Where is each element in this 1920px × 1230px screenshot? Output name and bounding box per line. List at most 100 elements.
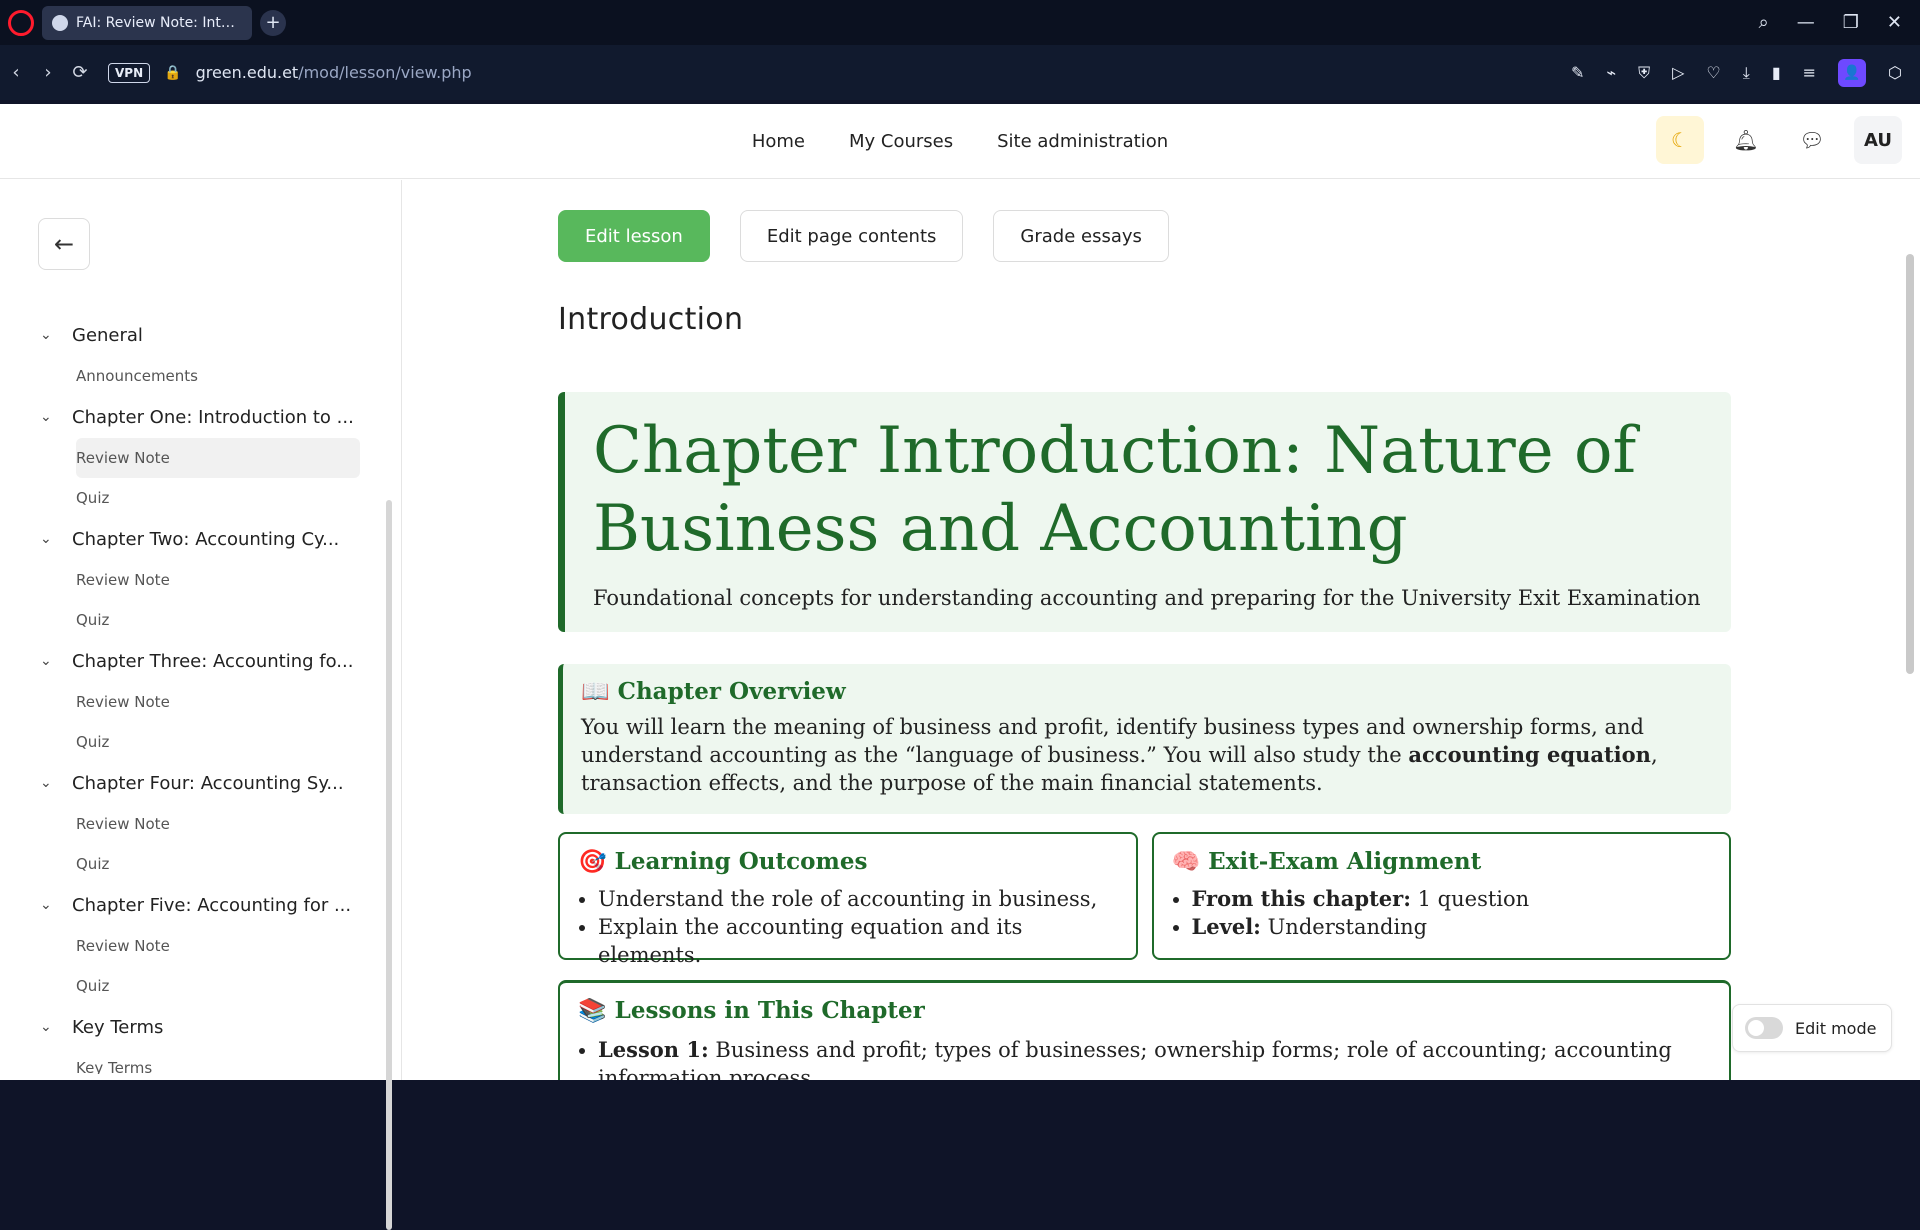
chevron-down-icon: ⌄ bbox=[40, 897, 52, 913]
menu-icon[interactable]: ≡ bbox=[1803, 63, 1816, 82]
section-title: Key Terms bbox=[72, 1016, 164, 1038]
lessons-in-chapter: 📚 Lessons in This Chapter Lesson 1: Busi… bbox=[558, 980, 1731, 1080]
section-chapter-one[interactable]: ⌄ Chapter One: Introduction to ... bbox=[40, 396, 360, 438]
section-chapter-two[interactable]: ⌄ Chapter Two: Accounting Cy... bbox=[40, 518, 360, 560]
browser-tabbar: FAI: Review Note: Introduc + ⌕ — ❐ ✕ bbox=[0, 0, 1920, 45]
site-header: Home My Courses Site administration ☾ 🔔︎… bbox=[0, 104, 1920, 179]
edit-mode-switch[interactable] bbox=[1745, 1017, 1783, 1039]
exit-exam-value: Understanding bbox=[1267, 915, 1428, 939]
section-title: Chapter Two: Accounting Cy... bbox=[72, 528, 340, 550]
back-nav-icon[interactable]: ‹ bbox=[0, 62, 32, 83]
edit-page-contents-button[interactable]: Edit page contents bbox=[739, 210, 964, 262]
section-general[interactable]: ⌄ General bbox=[40, 314, 360, 356]
heart-icon[interactable]: ♡ bbox=[1706, 63, 1720, 82]
section-chapter-five[interactable]: ⌄ Chapter Five: Accounting for ... bbox=[40, 884, 360, 926]
activity-review-note[interactable]: Review Note bbox=[76, 682, 360, 722]
nav-site-administration[interactable]: Site administration bbox=[997, 131, 1168, 152]
battery-icon[interactable]: ▮ bbox=[1772, 63, 1781, 82]
arrow-left-icon: ← bbox=[53, 230, 75, 258]
course-index: ⌄ General Announcements ⌄ Chapter One: I… bbox=[40, 314, 360, 1074]
lessons-list: Lesson 1: Business and profit; types of … bbox=[578, 1036, 1711, 1080]
hero-subtitle: Foundational concepts for understanding … bbox=[593, 586, 1701, 610]
activity-key-terms[interactable]: Key Terms bbox=[76, 1048, 360, 1074]
download-icon[interactable]: ⤓ bbox=[1743, 63, 1750, 83]
edit-lesson-button[interactable]: Edit lesson bbox=[558, 210, 710, 262]
activity-review-note[interactable]: Review Note bbox=[76, 804, 360, 844]
theme-toggle-button[interactable]: ☾ bbox=[1656, 116, 1704, 164]
exit-exam-item: From this chapter: 1 question bbox=[1192, 885, 1712, 913]
restore-icon[interactable]: ❐ bbox=[1843, 12, 1859, 33]
activity-quiz[interactable]: Quiz bbox=[76, 600, 360, 640]
overview-text: You will learn the meaning of business a… bbox=[581, 713, 1713, 797]
activity-announcements[interactable]: Announcements bbox=[76, 356, 360, 396]
messages-button[interactable]: 💬︎ bbox=[1788, 116, 1836, 164]
reload-icon[interactable]: ⟳ bbox=[64, 62, 96, 83]
url-host: green.edu.et bbox=[195, 63, 299, 82]
browser-tab[interactable]: FAI: Review Note: Introduc bbox=[42, 5, 252, 40]
edit-mode-toggle[interactable]: Edit mode bbox=[1732, 1004, 1892, 1052]
activity-review-note[interactable]: Review Note bbox=[76, 560, 360, 600]
exit-exam-value: 1 question bbox=[1417, 887, 1530, 911]
section-title: Chapter Five: Accounting for ... bbox=[72, 894, 352, 916]
bell-icon: 🔔︎ bbox=[1733, 128, 1759, 152]
activity-label: Review Note bbox=[76, 449, 170, 467]
page-scrollbar[interactable] bbox=[1906, 254, 1914, 674]
activity-label: Review Note bbox=[76, 693, 170, 711]
moon-icon: ☾ bbox=[1671, 128, 1689, 152]
opera-logo-icon[interactable] bbox=[8, 9, 34, 36]
chevron-down-icon: ⌄ bbox=[40, 653, 52, 669]
lock-icon: 🔒 bbox=[164, 64, 182, 81]
nav-home[interactable]: Home bbox=[752, 131, 805, 152]
chapter-overview: 📖 Chapter Overview You will learn the me… bbox=[558, 664, 1731, 814]
section-chapter-four[interactable]: ⌄ Chapter Four: Accounting Sy... bbox=[40, 762, 360, 804]
activity-quiz[interactable]: Quiz bbox=[76, 844, 360, 884]
lesson-actions: Edit lesson Edit page contents Grade ess… bbox=[558, 210, 1169, 262]
tab-favicon-icon bbox=[52, 14, 68, 31]
play-icon[interactable]: ▷ bbox=[1672, 63, 1684, 82]
activity-label: Review Note bbox=[76, 815, 170, 833]
nav-my-courses[interactable]: My Courses bbox=[849, 131, 953, 152]
activity-quiz[interactable]: Quiz bbox=[76, 478, 360, 518]
address-field[interactable]: green.edu.et/mod/lesson/view.php bbox=[196, 63, 472, 82]
sidebar-back-button[interactable]: ← bbox=[38, 218, 90, 270]
activity-review-note[interactable]: Review Note bbox=[76, 926, 360, 966]
activity-quiz[interactable]: Quiz bbox=[76, 966, 360, 1006]
activity-label: Quiz bbox=[76, 611, 110, 629]
edit-icon[interactable]: ✎ bbox=[1571, 63, 1584, 82]
address-toolbar: ✎ ⌁ ⛨ ▷ ♡ ⤓ ▮ ≡ 👤 ⬡ bbox=[1571, 58, 1920, 87]
notifications-button[interactable]: 🔔︎ bbox=[1722, 116, 1770, 164]
user-avatar[interactable]: AU bbox=[1854, 116, 1902, 164]
activity-quiz[interactable]: Quiz bbox=[76, 722, 360, 762]
chevron-down-icon: ⌄ bbox=[40, 531, 52, 547]
url-path: /mod/lesson/view.php bbox=[298, 63, 472, 82]
learning-outcomes-heading: 🎯 Learning Outcomes bbox=[578, 848, 1118, 875]
page: Home My Courses Site administration ☾ 🔔︎… bbox=[0, 104, 1920, 1230]
vpn-badge[interactable]: VPN bbox=[108, 62, 151, 83]
primary-navigation: Home My Courses Site administration bbox=[752, 131, 1168, 152]
activity-label: Quiz bbox=[76, 855, 110, 873]
shield-icon[interactable]: ⛨ bbox=[1638, 63, 1650, 83]
activity-label: Announcements bbox=[76, 367, 198, 385]
close-icon[interactable]: ✕ bbox=[1887, 12, 1902, 33]
brain-icon: 🧠 bbox=[1171, 848, 1201, 875]
section-key-terms[interactable]: ⌄ Key Terms bbox=[40, 1006, 360, 1048]
new-tab-button[interactable]: + bbox=[260, 9, 286, 36]
activity-review-note-active[interactable]: Review Note bbox=[76, 438, 360, 478]
section-title: Chapter One: Introduction to ... bbox=[72, 406, 354, 428]
grade-essays-button[interactable]: Grade essays bbox=[993, 210, 1169, 262]
sidebar-scrollbar[interactable] bbox=[386, 500, 392, 1230]
hero-title: Chapter Introduction: Nature of Business… bbox=[593, 414, 1637, 566]
activity-label: Quiz bbox=[76, 489, 110, 507]
page-title: Introduction bbox=[558, 302, 744, 337]
search-icon[interactable]: ⌕ bbox=[1759, 12, 1769, 33]
profile-icon[interactable]: 👤 bbox=[1838, 58, 1867, 87]
camera-icon[interactable]: ⌁ bbox=[1606, 63, 1616, 82]
section-chapter-three[interactable]: ⌄ Chapter Three: Accounting fo... bbox=[40, 640, 360, 682]
extensions-icon[interactable]: ⬡ bbox=[1888, 63, 1902, 82]
learning-outcomes-card: 🎯 Learning Outcomes Understand the role … bbox=[558, 832, 1138, 967]
minimize-icon[interactable]: — bbox=[1797, 12, 1815, 33]
chat-icon: 💬︎ bbox=[1799, 128, 1825, 152]
learning-outcomes-list: Understand the role of accounting in bus… bbox=[578, 885, 1118, 969]
forward-nav-icon[interactable]: › bbox=[32, 62, 64, 83]
exit-exam-list: From this chapter: 1 question Level: Und… bbox=[1172, 885, 1712, 941]
